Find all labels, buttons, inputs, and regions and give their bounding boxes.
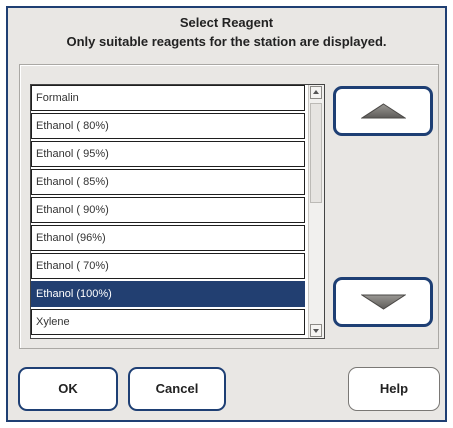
reagent-list-item[interactable]: Ethanol ( 90%) xyxy=(31,197,305,223)
reagent-list-item[interactable]: Ethanol ( 95%) xyxy=(31,141,305,167)
dialog-subtitle: Only suitable reagents for the station a… xyxy=(66,34,387,49)
reagent-list-item[interactable]: Ethanol ( 70%) xyxy=(31,253,305,279)
dialog-header: Select Reagent Only suitable reagents fo… xyxy=(8,8,445,66)
reagent-list[interactable]: Formalin Ethanol ( 80%) Ethanol ( 95%) E… xyxy=(30,84,325,339)
triangle-down-icon xyxy=(361,294,406,310)
page-up-button[interactable] xyxy=(333,86,433,136)
help-button[interactable]: Help xyxy=(348,367,440,411)
ok-button[interactable]: OK xyxy=(18,367,118,411)
scroll-down-button[interactable] xyxy=(310,324,322,337)
select-reagent-dialog: Select Reagent Only suitable reagents fo… xyxy=(6,6,447,422)
reagent-list-item[interactable]: Ethanol (96%) xyxy=(31,225,305,251)
reagent-panel: Formalin Ethanol ( 80%) Ethanol ( 95%) E… xyxy=(19,64,439,349)
cancel-button[interactable]: Cancel xyxy=(128,367,226,411)
scroll-up-button[interactable] xyxy=(310,86,322,99)
arrow-up-icon xyxy=(313,90,319,94)
reagent-list-item[interactable]: Formalin xyxy=(31,85,305,111)
scroll-thumb[interactable] xyxy=(310,103,322,203)
reagent-list-item[interactable]: Ethanol ( 80%) xyxy=(31,113,305,139)
reagent-list-item[interactable]: Xylene xyxy=(31,309,305,335)
reagent-list-item-selected[interactable]: Ethanol (100%) xyxy=(31,281,305,307)
list-scrollbar[interactable] xyxy=(308,85,324,338)
dialog-title: Select Reagent xyxy=(179,15,274,30)
arrow-down-icon xyxy=(313,329,319,333)
reagent-list-item[interactable]: Ethanol ( 85%) xyxy=(31,169,305,195)
triangle-up-icon xyxy=(361,103,406,119)
page-down-button[interactable] xyxy=(333,277,433,327)
